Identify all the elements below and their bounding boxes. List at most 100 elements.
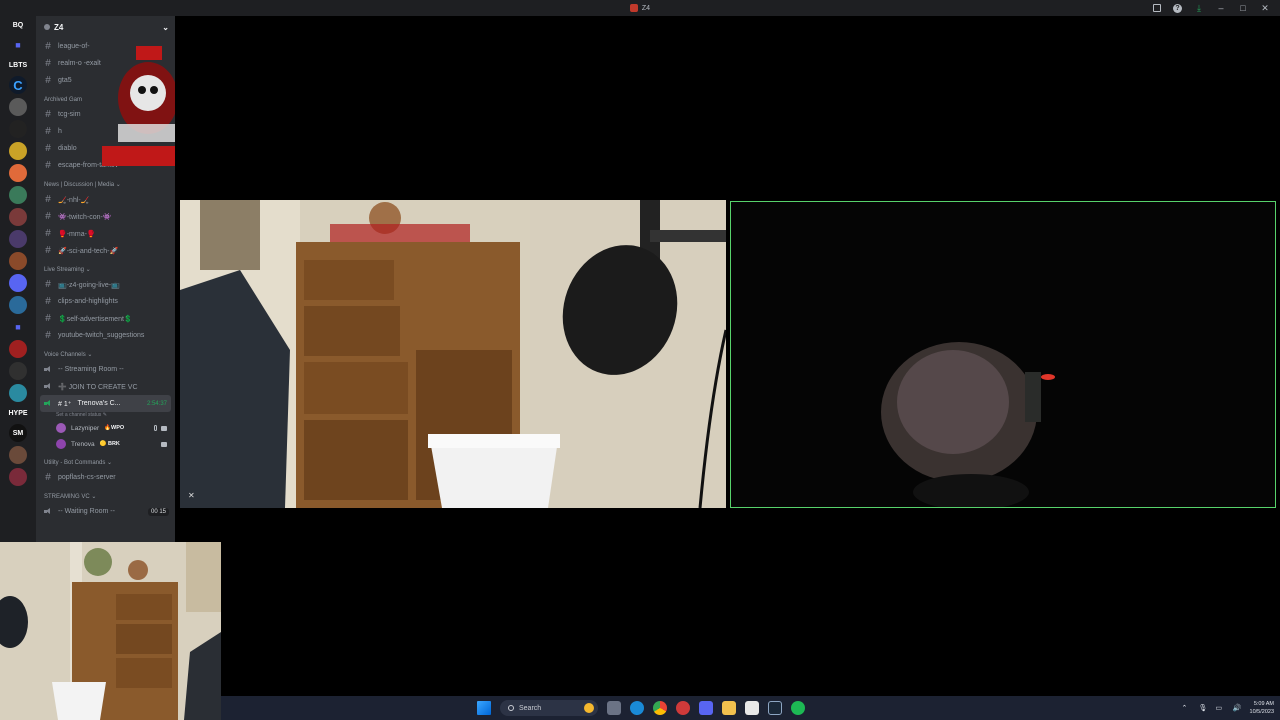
text-channel[interactable]: # tcg-sim bbox=[36, 106, 175, 123]
server-icon[interactable]: HYPE bbox=[8, 406, 27, 420]
server-icon[interactable] bbox=[9, 186, 27, 204]
search-icon bbox=[508, 705, 514, 711]
server-icon[interactable]: LBTS bbox=[9, 58, 27, 72]
hash-icon: # bbox=[45, 126, 51, 137]
text-channel[interactable]: # gta5 bbox=[36, 72, 175, 89]
server-icon[interactable] bbox=[9, 120, 27, 138]
network-icon[interactable]: ▭ bbox=[1216, 705, 1223, 712]
discord-icon[interactable] bbox=[699, 701, 713, 715]
app-icon[interactable] bbox=[676, 701, 690, 715]
server-icon[interactable] bbox=[9, 296, 27, 314]
server-folder-icon[interactable]: ■ bbox=[9, 318, 27, 336]
server-icon[interactable]: SM bbox=[9, 424, 27, 442]
server-icon[interactable] bbox=[9, 340, 27, 358]
volume-icon[interactable]: 🔊 bbox=[1233, 705, 1242, 712]
taskbar-search[interactable]: Search bbox=[500, 700, 598, 716]
hash-icon: # bbox=[45, 143, 51, 154]
video-tile-room[interactable]: ✕ bbox=[180, 200, 726, 508]
room-camera-feed bbox=[180, 200, 726, 508]
text-channel[interactable]: # h bbox=[36, 123, 175, 140]
server-folder-icon[interactable]: ■ bbox=[9, 36, 27, 54]
text-channel[interactable]: # youtube-twitch_suggestions bbox=[36, 327, 175, 344]
edge-icon[interactable] bbox=[630, 701, 644, 715]
channel-name: gta5 bbox=[58, 77, 72, 84]
server-icon[interactable] bbox=[9, 446, 27, 464]
voice-channel[interactable]: -- Waiting Room -- 00 15 bbox=[36, 503, 175, 520]
server-icon[interactable] bbox=[9, 362, 27, 380]
text-channel[interactable]: # diablo bbox=[36, 140, 175, 157]
text-channel[interactable]: # 🥊-mma-🥊 bbox=[36, 225, 175, 242]
inbox-icon[interactable] bbox=[1153, 4, 1161, 12]
channel-category[interactable]: News | Discussion | Media ⌄ bbox=[36, 174, 175, 191]
server-header[interactable]: Z4 ⌄ bbox=[36, 16, 175, 38]
face-camera-feed bbox=[731, 202, 1275, 507]
channel-list: # league-of- # realm-o -exalt # gta5 Archived … bbox=[36, 38, 175, 395]
clock[interactable]: 5:09 AM 10/5/2023 bbox=[1250, 700, 1274, 716]
channel-status[interactable]: Set a channel status ✎ bbox=[36, 412, 175, 420]
maximize-button[interactable]: □ bbox=[1238, 3, 1248, 13]
text-channel[interactable]: # 🏒-nhl-🏒 bbox=[36, 191, 175, 208]
voice-channel[interactable]: ➕ JOIN TO CREATE VC bbox=[36, 378, 175, 395]
server-icon[interactable] bbox=[9, 164, 27, 182]
microphone-icon[interactable]: 🎙 bbox=[1199, 705, 1208, 712]
active-voice-channel[interactable]: # 1⁺ Trenova's C... 2:54:37 bbox=[40, 395, 171, 412]
voice-user[interactable]: Lazyniper 🔥WPO bbox=[36, 420, 175, 436]
hash-icon: # bbox=[45, 472, 51, 483]
channel-name: escape-from-tarkov bbox=[58, 162, 119, 169]
spotify-icon[interactable] bbox=[791, 701, 805, 715]
download-icon[interactable]: ⤓ bbox=[1194, 3, 1204, 13]
server-icon[interactable] bbox=[9, 142, 27, 160]
text-channel[interactable]: # popflash-cs-server bbox=[36, 469, 175, 486]
server-icon[interactable] bbox=[9, 208, 27, 226]
server-icon[interactable] bbox=[9, 274, 27, 292]
chevron-down-icon[interactable]: ⌄ bbox=[162, 23, 169, 32]
text-channel[interactable]: # 📺-z4-going-live-📺 bbox=[36, 276, 175, 293]
channel-category[interactable]: Utility - Bot Commands ⌄ bbox=[36, 452, 175, 469]
minimize-button[interactable]: – bbox=[1216, 3, 1226, 13]
picture-in-picture-preview[interactable] bbox=[0, 542, 221, 720]
start-menu-icon[interactable] bbox=[477, 701, 491, 715]
taskbar-center: Search bbox=[477, 696, 805, 720]
channel-name: popflash-cs-server bbox=[58, 474, 116, 481]
text-channel[interactable]: # 💲self-advertisement💲 bbox=[36, 310, 175, 327]
voice-user[interactable]: Trenova 🟡 BRK bbox=[36, 436, 175, 452]
help-icon[interactable]: ? bbox=[1173, 3, 1182, 13]
server-icon[interactable]: C bbox=[9, 76, 27, 94]
speaker-icon bbox=[44, 400, 52, 407]
server-icon[interactable] bbox=[9, 468, 27, 486]
text-channel[interactable]: # 👾-twitch-con-👾 bbox=[36, 208, 175, 225]
chevron-up-icon[interactable]: ⌃ bbox=[1182, 705, 1189, 712]
voice-channel[interactable]: -- Streaming Room -- bbox=[36, 361, 175, 378]
hash-icon: # bbox=[45, 160, 51, 171]
channel-category[interactable]: STREAMING VC ⌄ bbox=[36, 486, 175, 503]
store-icon[interactable] bbox=[745, 701, 759, 715]
server-icon[interactable] bbox=[9, 230, 27, 248]
video-stage: ✕ bbox=[175, 16, 1280, 696]
server-icon[interactable] bbox=[9, 252, 27, 270]
channel-name: diablo bbox=[58, 145, 77, 152]
text-channel[interactable]: # league-of- bbox=[36, 38, 175, 55]
text-channel[interactable]: # 🚀-sci-and-tech-🚀 bbox=[36, 242, 175, 259]
channel-category[interactable]: Voice Channels ⌄ bbox=[36, 344, 175, 361]
text-channel[interactable]: # clips-and-highlights bbox=[36, 293, 175, 310]
video-tile-speaking[interactable] bbox=[730, 201, 1276, 508]
window-title-group: Z4 bbox=[629, 4, 650, 12]
file-explorer-icon[interactable] bbox=[722, 701, 736, 715]
server-icon[interactable] bbox=[9, 384, 27, 402]
server-icon[interactable]: BQ bbox=[9, 18, 27, 32]
text-channel[interactable]: # escape-from-tarkov bbox=[36, 157, 175, 174]
task-view-icon[interactable] bbox=[607, 701, 621, 715]
server-status-icon bbox=[44, 24, 50, 30]
channel-name: youtube-twitch_suggestions bbox=[58, 332, 145, 339]
taskbar: Search ⌃ 🎙 ▭ 🔊 5:09 AM 10/5/2023 bbox=[221, 696, 1280, 720]
steam-icon[interactable] bbox=[768, 701, 782, 715]
voice-user-name: Lazyniper bbox=[71, 424, 100, 432]
hash-icon: # bbox=[45, 313, 51, 324]
channel-category[interactable]: Archived Gam bbox=[36, 89, 175, 106]
server-icon[interactable] bbox=[9, 98, 27, 116]
text-channel[interactable]: # realm-o -exalt bbox=[36, 55, 175, 72]
hash-icon: # bbox=[45, 330, 51, 341]
chrome-icon[interactable] bbox=[653, 701, 667, 715]
close-button[interactable]: ✕ bbox=[1260, 3, 1270, 13]
channel-category[interactable]: Live Streaming ⌄ bbox=[36, 259, 175, 276]
